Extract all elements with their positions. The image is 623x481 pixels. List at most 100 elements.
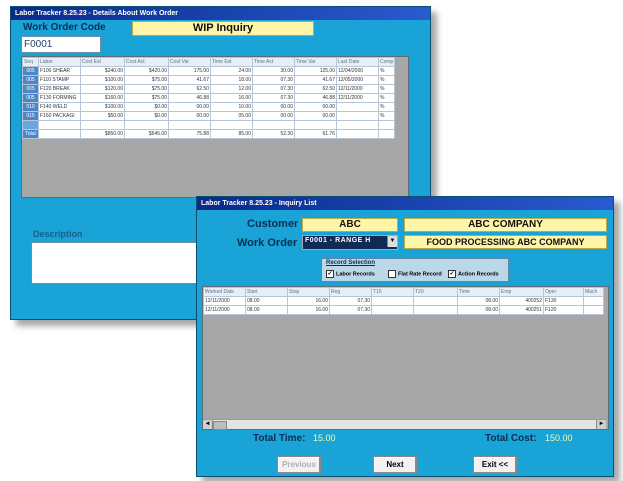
table-cell <box>80 120 125 130</box>
table-cell: 12/04/2000 <box>336 66 379 76</box>
total-time-value: 15.00 <box>313 433 336 443</box>
table-cell: $75.00 <box>124 93 169 103</box>
col-header[interactable]: Start <box>245 287 288 297</box>
table-cell: % <box>377 66 396 76</box>
col-header[interactable]: Emp <box>499 287 544 297</box>
col-header[interactable]: Time Var <box>294 57 337 67</box>
col-header[interactable]: Labor <box>38 57 81 67</box>
col-header[interactable]: Time <box>457 287 500 297</box>
col-header[interactable]: Cost Est <box>80 57 125 67</box>
col-header[interactable]: T15 <box>371 287 414 297</box>
wip-header-row: Seq Labor Cost Est Cost Act Cost Var Tim… <box>22 57 396 67</box>
table-cell <box>22 120 39 130</box>
next-button[interactable]: Next <box>373 456 417 474</box>
table-cell: 00.00 <box>168 111 211 121</box>
table-cell: F130 <box>543 296 584 306</box>
col-header[interactable]: Stop <box>287 287 330 297</box>
table-cell: F140 WELD <box>38 102 81 112</box>
exit-button[interactable]: Exit << <box>473 456 517 474</box>
table-cell: % <box>377 111 396 121</box>
col-header[interactable]: Time Est <box>210 57 253 67</box>
table-cell: 08.00 <box>245 305 288 315</box>
table-row[interactable]: 12/11/2000 08.00 16.00 07.30 08.00 400251 F120 <box>203 305 604 315</box>
action-records-checkbox[interactable]: ✓ Action Records <box>448 270 499 278</box>
work-order-code-input[interactable]: F0001 <box>21 36 101 53</box>
table-cell: 010 <box>22 102 39 112</box>
table-cell: 08.00 <box>245 296 288 306</box>
wip-grid: Seq Labor Cost Est Cost Act Cost Var Tim… <box>21 56 409 198</box>
table-cell: F160 PACKAGI <box>38 111 81 121</box>
table-cell: 62.50 <box>294 84 337 94</box>
table-row[interactable]: 005 F100 SHEAR $240.00 $420.00 175.00 24.00 30… <box>22 66 396 76</box>
col-header[interactable]: Cost Act <box>124 57 169 67</box>
table-cell <box>336 129 379 139</box>
description-textarea[interactable] <box>31 242 207 284</box>
table-row[interactable]: 010 F140 WELD $100.00 $0.00 00.00 10.00 00.00 0… <box>22 102 396 112</box>
table-cell: 07.30 <box>252 84 295 94</box>
table-cell: $0.00 <box>124 102 169 112</box>
table-cell: $100.00 <box>80 75 125 85</box>
col-header[interactable]: Mach <box>583 287 604 297</box>
col-header[interactable]: Comp <box>377 57 396 67</box>
table-cell: 46.88 <box>168 93 211 103</box>
table-cell <box>336 102 379 112</box>
table-cell: % <box>377 75 396 85</box>
table-cell: 62.50 <box>168 84 211 94</box>
col-header[interactable]: Cost Var <box>168 57 211 67</box>
table-cell: 400252 <box>499 296 544 306</box>
table-cell <box>583 305 604 315</box>
table-cell <box>377 129 396 139</box>
table-cell: 16.00 <box>210 93 253 103</box>
table-cell: 00.00 <box>294 111 337 121</box>
wip-table: Seq Labor Cost Est Cost Act Cost Var Tim… <box>22 57 396 139</box>
work-order-select[interactable]: F0001 - RANGE H ▼ <box>302 235 398 250</box>
scroll-right-icon[interactable]: ► <box>596 420 606 429</box>
chevron-down-icon[interactable]: ▼ <box>387 236 397 247</box>
table-cell: F120 <box>543 305 584 315</box>
table-cell: 12/11/2000 <box>203 305 246 315</box>
total-time-label: Total Time: <box>253 433 306 444</box>
flat-rate-checkbox[interactable]: Flat Rate Record <box>388 270 442 278</box>
labor-records-checkbox[interactable]: ✓ Labor Records <box>326 270 375 278</box>
table-cell: 400251 <box>499 305 544 315</box>
table-row[interactable]: 005 F120 BREAK $120.00 $75.00 62.50 12.00 07.3… <box>22 84 396 94</box>
col-header[interactable]: Time Act <box>252 57 295 67</box>
table-cell: 12/11/2000 <box>336 93 379 103</box>
customer-name-field: ABC COMPANY <box>404 218 607 232</box>
inquiry-grid: Worked Date Start Stop Reg T15 T20 Time … <box>202 286 609 430</box>
table-row[interactable]: 015 F160 PACKAGI $50.00 $0.00 00.00 05.00 00.0… <box>22 111 396 121</box>
table-cell: 41.67 <box>168 75 211 85</box>
table-cell: 24.00 <box>210 66 253 76</box>
table-cell: 52.30 <box>252 129 295 139</box>
table-row[interactable]: 12/11/2000 08.00 16.00 07.30 08.00 400252 F130 <box>203 296 604 306</box>
table-row[interactable]: Total $850.00 $645.00 75.88 85.00 52.30 61.76 <box>22 129 396 139</box>
scroll-left-icon[interactable]: ◄ <box>203 420 213 429</box>
previous-button[interactable]: Previous <box>277 456 321 474</box>
col-header[interactable]: Seq <box>22 57 39 67</box>
scrollbar-thumb[interactable] <box>213 421 227 430</box>
work-order-select-value: F0001 - RANGE H <box>305 237 371 244</box>
col-header[interactable]: T20 <box>413 287 458 297</box>
table-cell: $100.00 <box>80 102 125 112</box>
table-cell: 00.00 <box>252 102 295 112</box>
col-header[interactable]: Oper <box>543 287 584 297</box>
col-header[interactable]: Last Date <box>336 57 379 67</box>
table-cell <box>168 120 211 130</box>
table-cell: 05.00 <box>210 111 253 121</box>
table-cell <box>38 129 81 139</box>
table-cell: 46.88 <box>294 93 337 103</box>
table-cell: 16.00 <box>287 296 330 306</box>
table-cell: $645.00 <box>124 129 169 139</box>
table-row[interactable] <box>22 120 396 130</box>
table-cell: 07.30 <box>252 75 295 85</box>
table-row[interactable]: 005 F110 STAMP $100.00 $75.00 41.67 18.00 07.3… <box>22 75 396 85</box>
work-order-code-label: Work Order Code <box>23 22 106 33</box>
table-cell <box>210 120 253 130</box>
table-cell: 07.30 <box>252 93 295 103</box>
col-header[interactable]: Worked Date <box>203 287 246 297</box>
col-header[interactable]: Reg <box>329 287 372 297</box>
table-cell: F100 SHEAR <box>38 66 81 76</box>
table-cell: $0.00 <box>124 111 169 121</box>
horizontal-scrollbar[interactable]: ◄ ► <box>203 419 606 430</box>
table-row[interactable]: 005 F130 FORMING $160.00 $75.00 46.88 16.00 07… <box>22 93 396 103</box>
